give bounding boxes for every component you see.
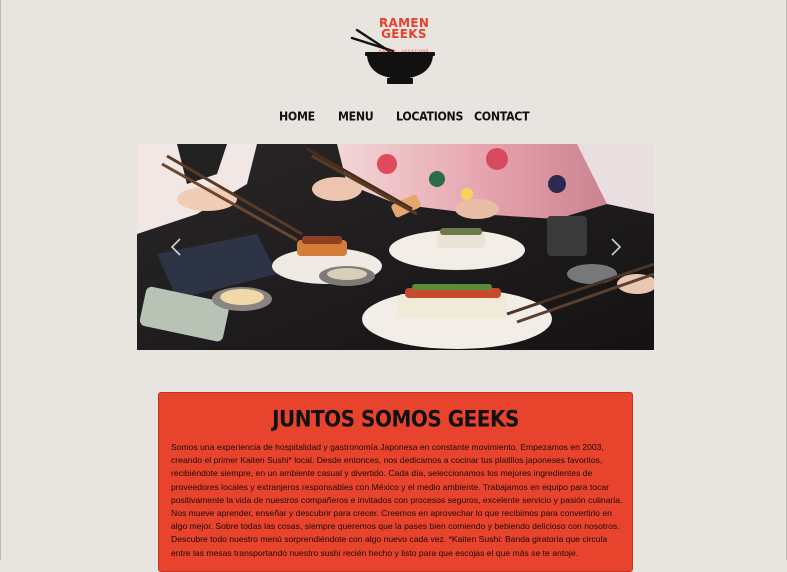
chevron-right-icon[interactable]: [609, 237, 623, 257]
chevron-left-icon[interactable]: [169, 237, 183, 257]
nav-home[interactable]: HOME: [279, 109, 315, 124]
about-card: JUNTOS SOMOS GEEKS Somos una experiencia…: [158, 392, 633, 572]
hero-carousel[interactable]: [137, 144, 654, 350]
about-body: Somos una experiencia de hospitalidad y …: [171, 442, 623, 558]
site-logo[interactable]: RAMEN GEEKS KAITEN · LOCATIONS: [349, 17, 439, 88]
main-nav: HOME MENU LOCATIONS CONTACT: [1, 109, 787, 126]
about-title: JUNTOS SOMOS GEEKS: [272, 405, 519, 433]
nav-contact[interactable]: CONTACT: [474, 109, 530, 124]
nav-menu[interactable]: MENU: [338, 109, 374, 124]
logo-wordmark: RAMEN GEEKS: [379, 17, 429, 41]
logo-tagline: KAITEN · LOCATIONS: [379, 48, 429, 53]
nav-locations[interactable]: LOCATIONS: [396, 109, 463, 124]
logo-line-2: GEEKS: [381, 27, 427, 41]
hero-image: [137, 144, 654, 350]
